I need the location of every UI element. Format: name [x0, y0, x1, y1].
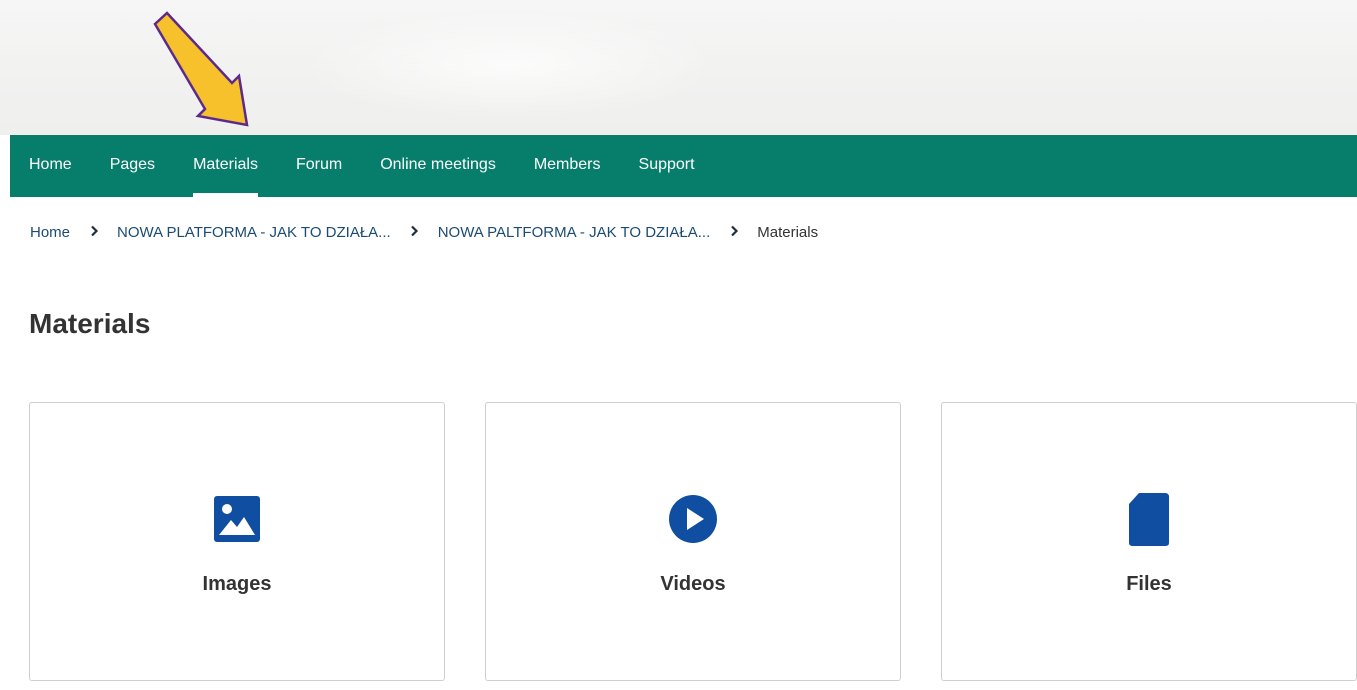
breadcrumb: Home NOWA PLATFORMA - JAK TO DZIAŁA... N… — [30, 221, 818, 243]
annotation-arrow-icon — [153, 11, 249, 127]
files-card[interactable]: Files — [941, 402, 1357, 681]
main-navigation: Home Pages Materials Forum Online meetin… — [10, 135, 1357, 197]
chevron-right-icon — [409, 224, 421, 241]
nav-pages[interactable]: Pages — [110, 135, 155, 197]
page-title: Materials — [29, 308, 151, 339]
videos-card[interactable]: Videos — [485, 402, 901, 681]
files-label: Files — [1126, 573, 1172, 595]
nav-materials[interactable]: Materials — [193, 135, 258, 197]
chevron-right-icon — [728, 224, 740, 241]
nav-members[interactable]: Members — [534, 135, 601, 197]
play-circle-icon — [669, 495, 717, 543]
breadcrumb-platform[interactable]: NOWA PLATFORMA - JAK TO DZIAŁA... — [117, 224, 391, 241]
images-label: Images — [202, 573, 272, 595]
videos-label: Videos — [660, 573, 726, 595]
breadcrumb-subpage[interactable]: NOWA PALTFORMA - JAK TO DZIAŁA... — [438, 224, 711, 241]
nav-forum[interactable]: Forum — [296, 135, 342, 197]
file-icon — [1129, 493, 1169, 546]
images-card[interactable]: Images — [29, 402, 445, 681]
breadcrumb-home[interactable]: Home — [30, 224, 70, 241]
chevron-right-icon — [88, 224, 100, 241]
image-icon — [214, 496, 260, 542]
nav-home[interactable]: Home — [29, 135, 72, 197]
breadcrumb-current: Materials — [757, 223, 819, 241]
nav-support[interactable]: Support — [639, 135, 695, 197]
nav-online-meetings[interactable]: Online meetings — [380, 135, 496, 197]
